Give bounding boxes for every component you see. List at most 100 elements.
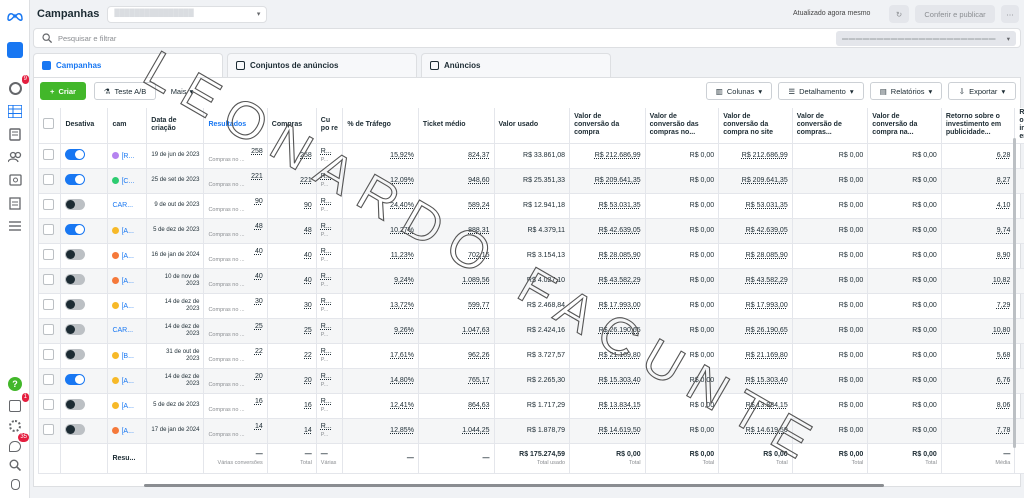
column-header-2[interactable]: Data de criação [146, 108, 205, 144]
row-checkbox[interactable] [43, 299, 54, 310]
meta-logo-icon[interactable] [5, 6, 25, 26]
help-icon[interactable]: ? [5, 374, 25, 394]
table-row[interactable]: [A... 16 de jan de 2024 40 Compras no ... 40… [38, 242, 1024, 269]
columns-button[interactable]: ▥ Colunas ▾ [706, 82, 772, 100]
cost-per-result-cell[interactable]: R... P... [315, 417, 344, 444]
conversion-value-cell[interactable]: R$ 15.303,40 [569, 367, 646, 394]
row-checkbox[interactable] [43, 399, 54, 410]
export-button[interactable]: ⇩ Exportar ▾ [948, 82, 1016, 100]
table-row[interactable]: [A... 5 de dez de 2023 16 Compras no ... 16 R… [38, 392, 1024, 419]
row-checkbox-cell[interactable] [38, 217, 62, 244]
cost-per-result-cell[interactable]: R... P... [315, 242, 344, 269]
row-checkbox[interactable] [43, 199, 54, 210]
campaign-name[interactable]: [A... [121, 278, 133, 285]
menu-icon[interactable] [5, 216, 25, 236]
search-rail-icon[interactable] [5, 455, 25, 475]
row-checkbox-cell[interactable] [38, 417, 62, 444]
delivery-toggle[interactable] [65, 374, 86, 385]
campaign-name[interactable]: [A... [121, 303, 133, 310]
conversion-value-cell[interactable]: R$ 42.639,05 [569, 217, 646, 244]
row-checkbox-cell[interactable] [38, 167, 62, 194]
more-button[interactable]: Mais ▾ [162, 82, 202, 100]
ticket-cell[interactable]: 702,15 [417, 242, 495, 269]
campaign-name-cell[interactable]: CAR... [107, 192, 148, 219]
traffic-cell[interactable]: 10,27% [342, 217, 419, 244]
account-selector[interactable]: ████████████████ ▾ [107, 5, 268, 23]
conversion-value-cell[interactable]: R$ 13.834,15 [569, 392, 646, 419]
campaign-name-cell[interactable]: [A... [107, 392, 148, 419]
purchases-cell[interactable]: 221 [266, 167, 317, 194]
campaign-name[interactable]: [B... [121, 353, 133, 360]
row-toggle-cell[interactable] [60, 317, 109, 344]
ticket-cell[interactable]: 962,26 [417, 342, 495, 369]
table-row[interactable]: [A... 14 de dez de 2023 20 Compras no ... 20… [38, 367, 1024, 394]
table-row[interactable]: [C... 25 de set de 2023 221 Compras no ... 2… [38, 167, 1024, 194]
delivery-toggle[interactable] [65, 399, 86, 410]
ticket-cell[interactable]: 1.047,63 [417, 317, 495, 344]
campaign-name-cell[interactable]: [A... [107, 267, 148, 294]
ticket-cell[interactable]: 589,24 [417, 192, 495, 219]
roas-cell[interactable]: 8,06 [940, 392, 1016, 419]
delivery-toggle[interactable] [65, 324, 86, 335]
column-header-10[interactable]: Valor de conversão das compras no... [644, 108, 720, 144]
messages-icon[interactable]: 35 [5, 433, 29, 456]
campaign-name[interactable]: [A... [121, 403, 133, 410]
ticket-cell[interactable]: 864,63 [417, 392, 495, 419]
row-checkbox-cell[interactable] [38, 342, 62, 369]
row-checkbox[interactable] [43, 374, 54, 385]
campaign-name-cell[interactable]: [A... [107, 292, 148, 319]
column-header-9[interactable]: Valor de conversão da compra [569, 108, 646, 144]
campaign-name-cell[interactable]: [C... [107, 167, 148, 194]
alerts-icon[interactable]: 1 [5, 393, 29, 416]
row-checkbox[interactable] [43, 174, 54, 185]
pages-icon[interactable] [5, 124, 25, 144]
campaign-name[interactable]: [A... [121, 428, 133, 435]
conversion-value-site-cell[interactable]: R$ 42.639,05 [718, 217, 793, 244]
purchases-cell[interactable]: 30 [266, 292, 317, 319]
campaign-name-cell[interactable]: [B... [107, 342, 148, 369]
purchases-cell[interactable]: 16 [266, 392, 317, 419]
conversion-value-cell[interactable]: R$ 26.190,65 [569, 317, 646, 344]
traffic-cell[interactable]: 12,09% [342, 167, 419, 194]
traffic-cell[interactable]: 13,72% [342, 292, 419, 319]
column-header-11[interactable]: Valor de conversão da compra no site [718, 108, 793, 144]
traffic-cell[interactable]: 9,24% [342, 267, 419, 294]
conversion-value-site-cell[interactable]: R$ 26.190,65 [718, 317, 793, 344]
row-checkbox[interactable] [43, 249, 54, 260]
ticket-cell[interactable]: 824,37 [417, 142, 495, 169]
table-row[interactable]: [A... 10 de nov de 2023 40 Compras no ... 40… [38, 267, 1024, 294]
cost-per-result-cell[interactable]: R... P... [315, 142, 344, 169]
purchases-cell[interactable]: 258 [266, 142, 317, 169]
campaign-name-cell[interactable]: [R... [107, 142, 148, 169]
row-toggle-cell[interactable] [60, 167, 109, 194]
traffic-cell[interactable]: 14,80% [342, 367, 419, 394]
column-header-8[interactable]: Valor usado [493, 108, 571, 144]
results-cell[interactable]: 20 Compras no ... [203, 367, 268, 394]
ticket-cell[interactable]: 765,17 [417, 367, 495, 394]
conversion-value-cell[interactable]: R$ 14.619,50 [569, 417, 646, 444]
conversion-value-cell[interactable]: R$ 43.582,29 [569, 267, 646, 294]
delivery-toggle[interactable] [65, 299, 86, 310]
table-row[interactable]: CAR... 9 de out de 2023 90 Compras no ... 90… [38, 192, 1024, 219]
column-header-5[interactable]: Cu po re [315, 108, 344, 144]
column-header-6[interactable]: % de Tráfego [342, 108, 419, 144]
conversion-value-site-cell[interactable]: R$ 53.031,35 [718, 192, 793, 219]
traffic-cell[interactable]: 12,85% [342, 417, 419, 444]
ticket-cell[interactable]: 1.044,25 [417, 417, 495, 444]
more-options-button[interactable]: ⋯ [1001, 5, 1019, 23]
cost-per-result-cell[interactable]: R... P... [315, 192, 344, 219]
account-avatar-icon[interactable] [5, 40, 25, 60]
campaign-name[interactable]: [A... [121, 378, 133, 385]
conversion-value-site-cell[interactable]: R$ 212.686,99 [718, 142, 793, 169]
conversion-value-cell[interactable]: R$ 17.993,00 [569, 292, 646, 319]
cost-per-result-cell[interactable]: R... P... [315, 292, 344, 319]
ticket-cell[interactable]: 1.089,56 [417, 267, 495, 294]
roas-cell[interactable]: 7,78 [940, 417, 1016, 444]
delivery-toggle[interactable] [65, 349, 86, 360]
campaign-name[interactable]: [A... [121, 253, 133, 260]
conversion-value-site-cell[interactable]: R$ 21.169,80 [718, 342, 793, 369]
cost-per-result-cell[interactable]: R... P... [315, 267, 344, 294]
conversion-value-site-cell[interactable]: R$ 28.085,90 [718, 242, 793, 269]
delivery-toggle[interactable] [65, 249, 86, 260]
delivery-toggle[interactable] [65, 174, 86, 185]
